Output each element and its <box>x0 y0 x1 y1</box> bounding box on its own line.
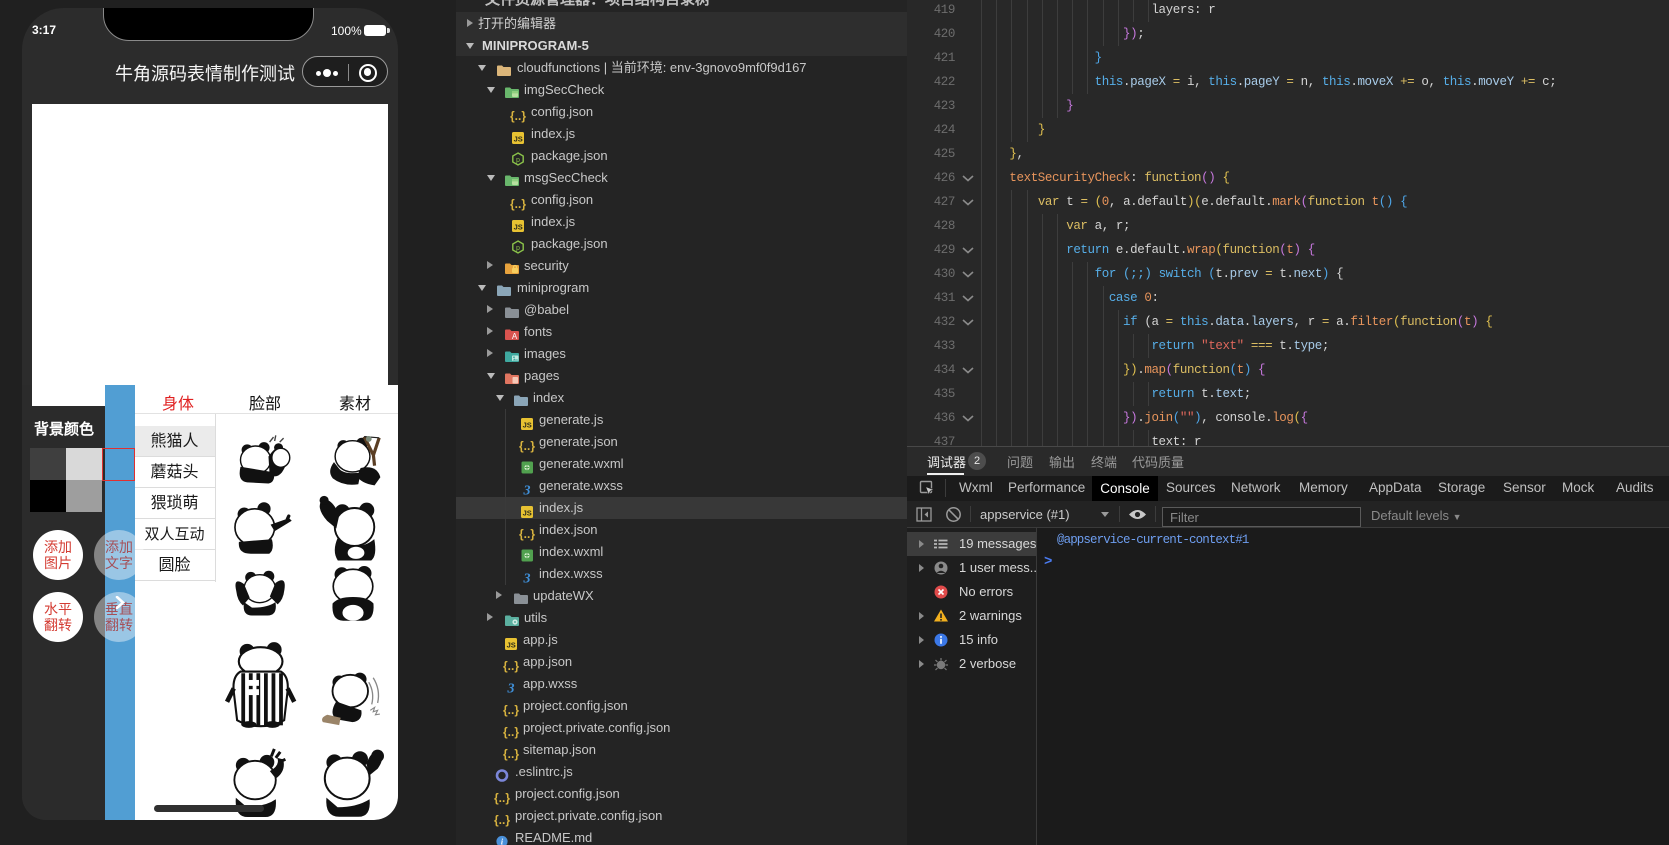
svg-text:{..}: {..} <box>519 527 535 541</box>
svg-text:{..}: {..} <box>519 439 535 453</box>
svg-text:p: p <box>516 245 520 253</box>
svg-text:3: 3 <box>523 572 531 586</box>
svg-text:{..}: {..} <box>503 747 519 761</box>
svg-text:{..}: {..} <box>510 197 526 211</box>
svg-text:A: A <box>512 332 518 341</box>
svg-text:{..}: {..} <box>503 725 519 739</box>
svg-text:JS: JS <box>507 641 516 650</box>
svg-text:JS: JS <box>523 421 532 430</box>
svg-text:{..}: {..} <box>494 791 510 805</box>
svg-text:JS: JS <box>523 509 532 518</box>
svg-text:{..}: {..} <box>503 703 519 717</box>
svg-text:{..}: {..} <box>503 659 519 673</box>
svg-text:JS: JS <box>514 135 523 144</box>
svg-text:{..}: {..} <box>494 813 510 827</box>
svg-text:3: 3 <box>523 484 531 498</box>
svg-text:p: p <box>516 157 520 165</box>
svg-text:{..}: {..} <box>510 109 526 123</box>
svg-text:JS: JS <box>514 223 523 232</box>
svg-text:3: 3 <box>507 682 515 696</box>
